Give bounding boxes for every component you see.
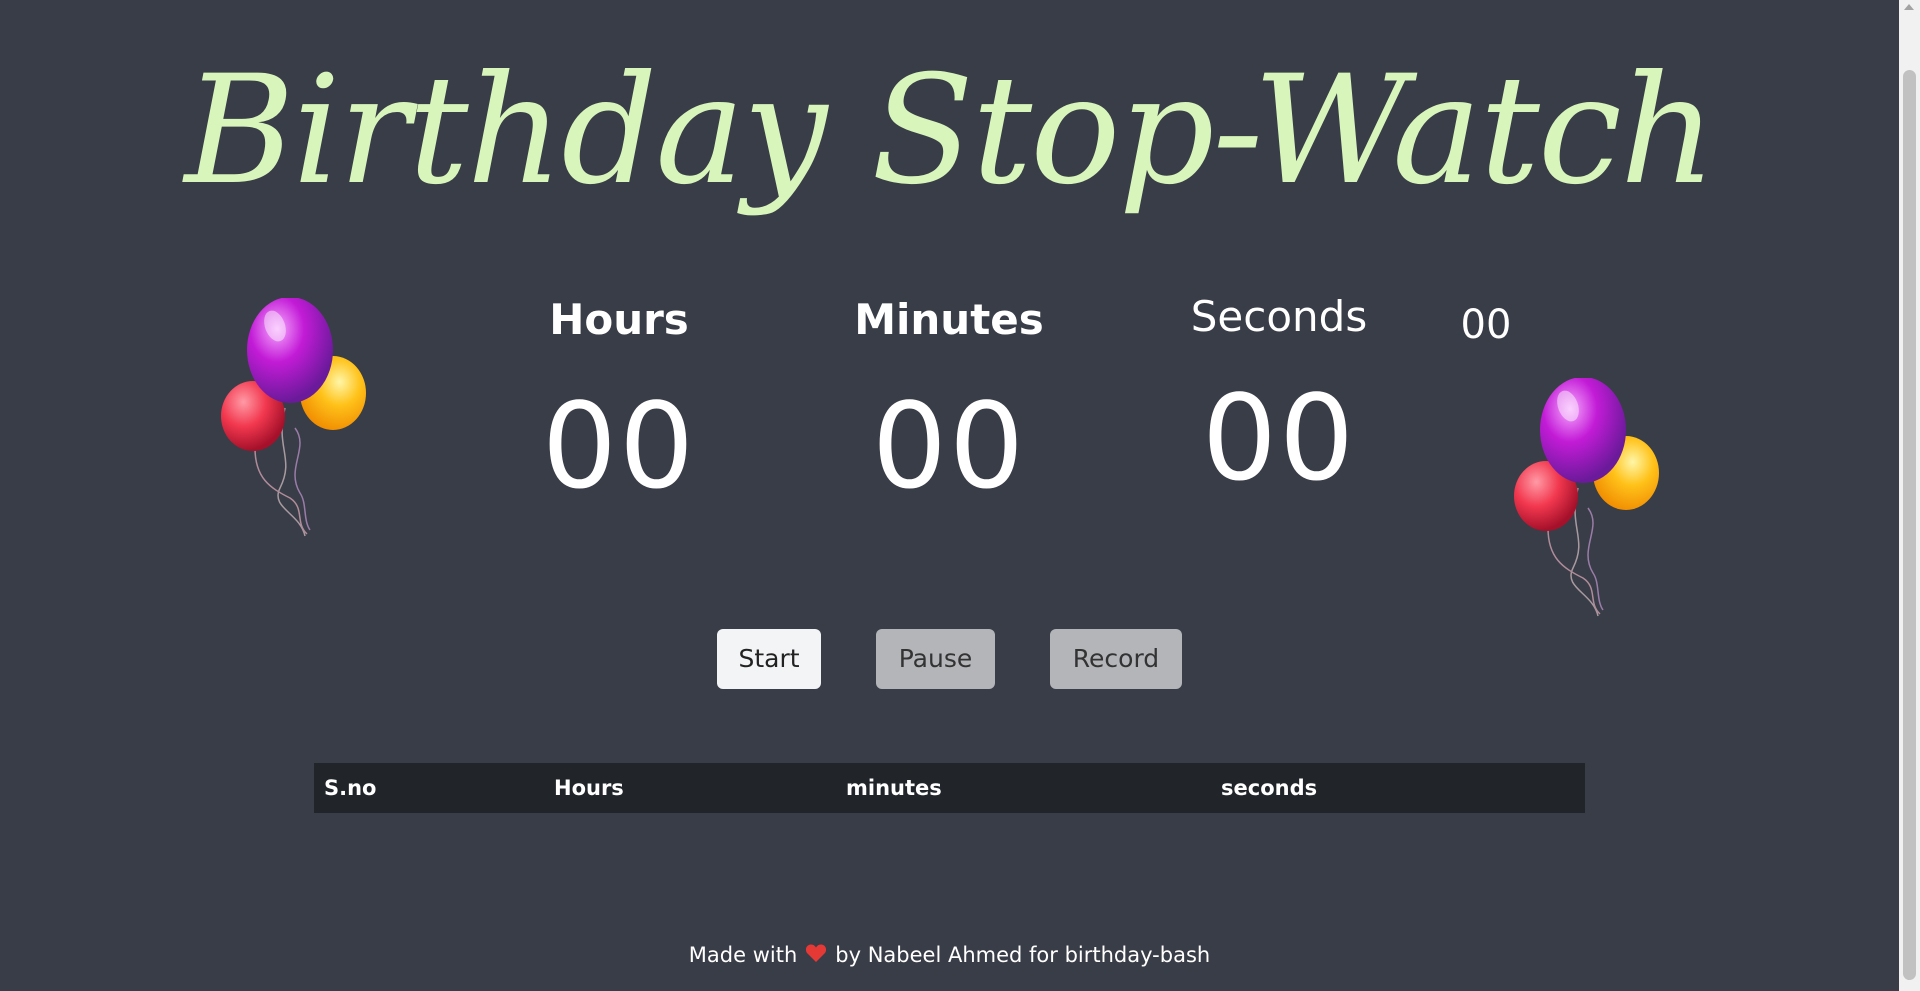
balloons-icon xyxy=(1514,378,1659,617)
scroll-up-arrow-icon[interactable] xyxy=(1904,4,1914,10)
balloons-icon xyxy=(221,298,366,537)
start-button[interactable]: Start xyxy=(717,629,821,689)
column-header-minutes: minutes xyxy=(846,776,942,800)
column-header-seconds: seconds xyxy=(1221,776,1318,800)
pause-button[interactable]: Pause xyxy=(876,629,995,689)
page-scrollbar[interactable] xyxy=(1899,0,1920,991)
minutes-value: 00 xyxy=(871,377,1027,515)
minutes-label: Minutes xyxy=(854,295,1044,344)
hours-value: 00 xyxy=(541,377,697,515)
seconds-value: 00 xyxy=(1201,369,1357,507)
record-button[interactable]: Record xyxy=(1050,629,1182,689)
scrollbar-thumb[interactable] xyxy=(1903,70,1916,980)
records-table: S.no Hours minutes seconds xyxy=(314,763,1585,813)
hours-label: Hours xyxy=(549,295,689,344)
seconds-label: Seconds xyxy=(1190,292,1368,341)
stopwatch-page: Birthday Stop-Watch Hours 00 Minutes 00 … xyxy=(0,0,1920,991)
footer-made-with: Made with xyxy=(688,943,798,967)
footer: Made with by Nabeel Ahmed for birthday-ba… xyxy=(0,940,1899,971)
heart-icon xyxy=(805,941,827,971)
page-title: Birthday Stop-Watch xyxy=(184,44,1717,218)
footer-credit: by Nabeel Ahmed for birthday-bash xyxy=(835,943,1211,967)
milliseconds-value: 00 xyxy=(1460,302,1512,348)
column-header-sno: S.no xyxy=(324,776,377,800)
column-header-hours: Hours xyxy=(554,776,624,800)
